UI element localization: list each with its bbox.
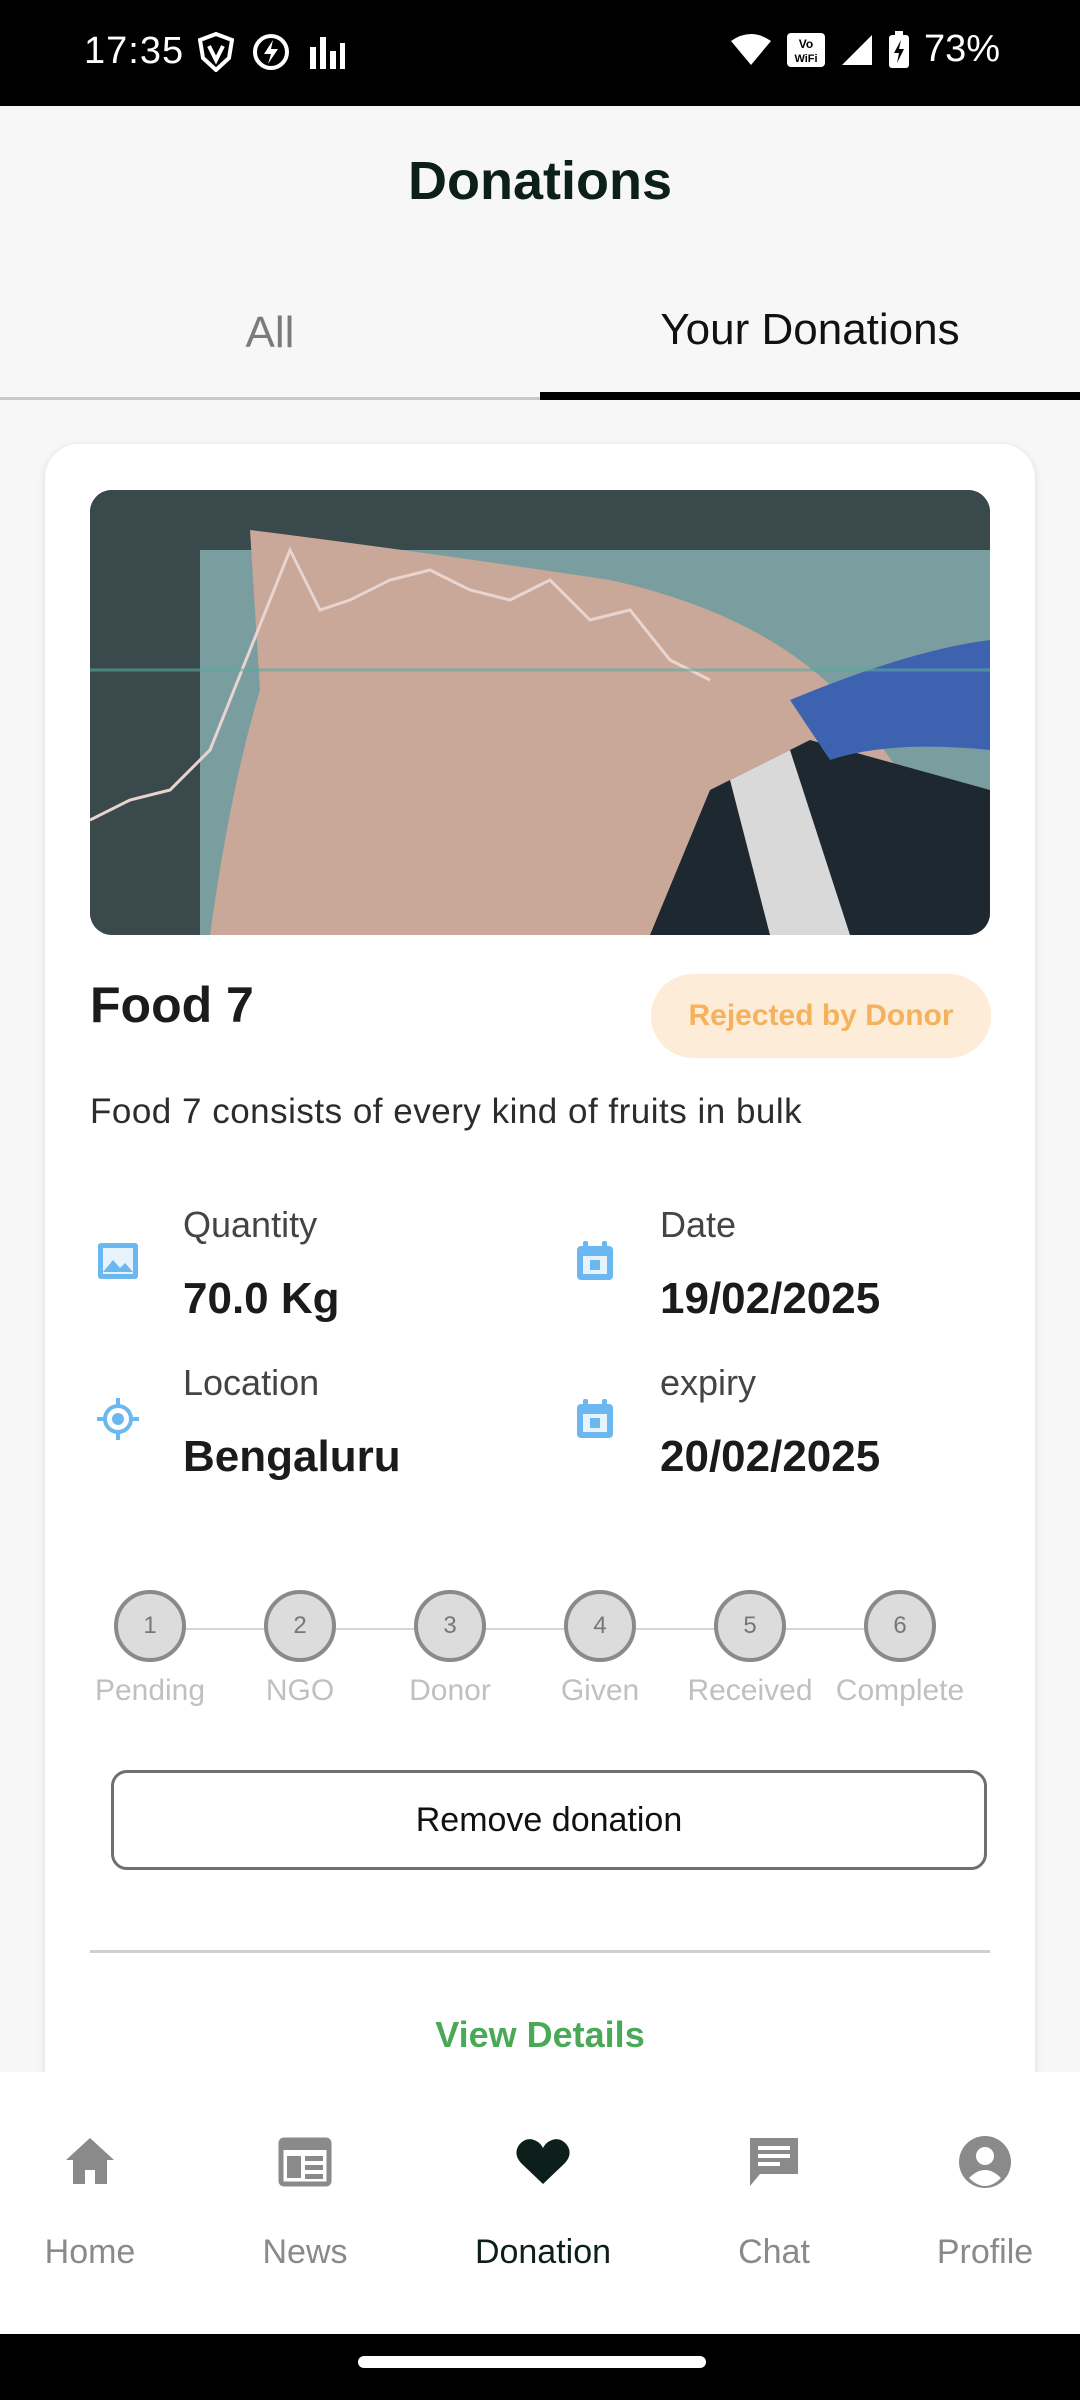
calendar-icon <box>577 1399 613 1438</box>
battery-charging-icon <box>888 30 909 68</box>
home-gesture-bar[interactable] <box>358 2356 706 2368</box>
gesture-area <box>0 2334 1080 2400</box>
step-pending: 1 Pending <box>75 1590 225 1708</box>
card-divider <box>90 1950 990 1953</box>
date-value: 19/02/2025 <box>660 1274 881 1323</box>
donation-description: Food 7 consists of every kind of fruits … <box>90 1092 803 1131</box>
nav-label: Home <box>44 2233 136 2271</box>
page-title: Donations <box>408 151 672 211</box>
view-details-link[interactable]: View Details <box>45 2014 1035 2056</box>
expiry-label: expiry <box>660 1362 757 1403</box>
step-donor: 3 Donor <box>375 1590 525 1708</box>
nav-profile[interactable]: Profile <box>885 2132 1080 2272</box>
nav-label: Chat <box>738 2233 810 2271</box>
expiry-info: expiry 20/02/2025 <box>572 1362 1012 1482</box>
nav-label: Profile <box>936 2233 1034 2271</box>
image-icon <box>98 1243 138 1279</box>
battery-percent: 73% <box>923 28 1000 70</box>
home-icon <box>66 2138 114 2184</box>
tab-bar: All Your Donations <box>0 268 1080 400</box>
svg-text:WiFi: WiFi <box>794 53 817 65</box>
status-time: 17:35 <box>84 30 185 72</box>
food-photo-image <box>90 490 990 935</box>
chat-icon <box>750 2138 798 2186</box>
vpn-shield-icon <box>198 32 234 72</box>
nav-home[interactable]: Home <box>0 2132 190 2272</box>
step-label: Complete <box>835 1674 965 1707</box>
step-ngo: 2 NGO <box>225 1590 375 1708</box>
location-label: Location <box>183 1362 320 1403</box>
step-number: 2 <box>264 1590 336 1662</box>
quantity-info: Quantity 70.0 Kg <box>95 1204 535 1324</box>
remove-donation-button[interactable]: Remove donation <box>111 1770 987 1870</box>
nav-chat[interactable]: Chat <box>674 2132 874 2272</box>
bottom-navigation: Home News Donation Chat Profile <box>0 2072 1080 2334</box>
donation-card: Food 7 Rejected by Donor Food 7 consists… <box>45 444 1035 2144</box>
step-label: Pending <box>94 1674 206 1707</box>
step-number: 1 <box>114 1590 186 1662</box>
profile-icon <box>959 2136 1011 2188</box>
food-photo <box>90 490 990 935</box>
step-number: 3 <box>414 1590 486 1662</box>
nav-donation[interactable]: Donation <box>443 2132 643 2272</box>
step-received: 5 Received <box>675 1590 825 1708</box>
heart-icon <box>516 2139 570 2184</box>
wifi-icon <box>730 33 771 65</box>
nav-label: Donation <box>474 2233 612 2271</box>
quantity-value: 70.0 Kg <box>183 1274 340 1323</box>
step-complete: 6 Complete <box>825 1590 975 1708</box>
location-value: Bengaluru <box>183 1432 401 1481</box>
step-label: Received <box>687 1674 813 1707</box>
calendar-icon <box>577 1241 613 1280</box>
step-label: NGO <box>265 1674 335 1707</box>
status-bar: 17:35 Vo WiFi 73% <box>0 0 1080 106</box>
signal-icon <box>841 34 872 65</box>
step-number: 5 <box>714 1590 786 1662</box>
location-target-icon <box>97 1398 139 1440</box>
step-label: Given <box>560 1674 640 1707</box>
donation-title: Food 7 <box>90 977 254 1033</box>
vowifi-icon: Vo WiFi <box>786 32 825 67</box>
expiry-value: 20/02/2025 <box>660 1432 881 1481</box>
tab-your-donations[interactable]: Your Donations <box>540 268 1080 400</box>
step-number: 6 <box>864 1590 936 1662</box>
location-info: Location Bengaluru <box>95 1362 535 1482</box>
news-icon <box>278 2137 332 2187</box>
date-info: Date 19/02/2025 <box>572 1204 1012 1324</box>
nav-news[interactable]: News <box>205 2132 405 2272</box>
step-given: 4 Given <box>525 1590 675 1708</box>
bolt-icon <box>253 34 289 70</box>
step-label: Donor <box>409 1674 491 1707</box>
bars-icon <box>310 37 345 69</box>
progress-stepper: 1 Pending 2 NGO 3 Donor 4 Given 5 Receiv… <box>75 1590 1005 1740</box>
date-label: Date <box>660 1204 737 1245</box>
tab-all[interactable]: All <box>0 268 540 400</box>
quantity-label: Quantity <box>183 1204 318 1245</box>
nav-label: News <box>262 2233 348 2271</box>
step-number: 4 <box>564 1590 636 1662</box>
status-badge: Rejected by Donor <box>651 974 991 1058</box>
svg-text:Vo: Vo <box>799 37 813 51</box>
